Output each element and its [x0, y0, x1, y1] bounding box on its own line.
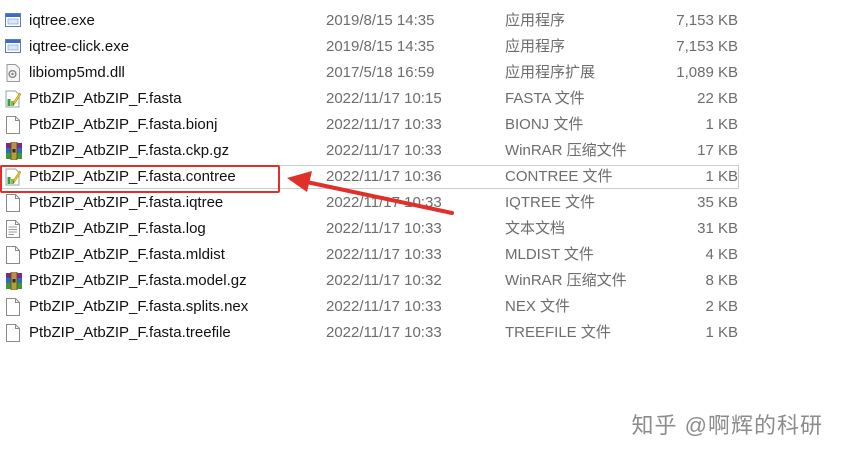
- file-row[interactable]: iqtree.exe 2019/8/15 14:35 应用程序 7,153 KB: [0, 8, 841, 34]
- file-modified-date: 2022/11/17 10:33: [326, 116, 442, 133]
- file-size: 22 KB: [697, 90, 738, 107]
- file-name: PtbZIP_AtbZIP_F.fasta.iqtree: [29, 194, 224, 211]
- file-modified-date: 2022/11/17 10:33: [326, 194, 442, 211]
- file-type: 应用程序扩展: [505, 64, 596, 81]
- file-size: 17 KB: [697, 142, 738, 159]
- file-type: MLDIST 文件: [505, 246, 594, 263]
- file-modified-date: 2017/5/18 16:59: [326, 64, 435, 81]
- file-row[interactable]: PtbZIP_AtbZIP_F.fasta.treefile 2022/11/17…: [0, 320, 841, 346]
- file-name: PtbZIP_AtbZIP_F.fasta.treefile: [29, 324, 231, 341]
- file-modified-date: 2022/11/17 10:33: [326, 220, 442, 237]
- file-size: 7,153 KB: [676, 38, 738, 55]
- file-size: 1,089 KB: [676, 64, 738, 81]
- blank-file-icon: [5, 324, 21, 342]
- file-size: 1 KB: [705, 324, 738, 341]
- blank-file-icon: [5, 194, 21, 212]
- file-explorer-view: iqtree.exe 2019/8/15 14:35 应用程序 7,153 KB iqt…: [0, 0, 841, 460]
- file-size: 4 KB: [705, 246, 738, 263]
- file-row[interactable]: PtbZIP_AtbZIP_F.fasta.bionj 2022/11/17 10…: [0, 112, 841, 138]
- file-row[interactable]: PtbZIP_AtbZIP_F.fasta.ckp.gz 2022/11/17 1…: [0, 138, 841, 164]
- file-modified-date: 2022/11/17 10:36: [326, 168, 442, 185]
- file-name: libiomp5md.dll: [29, 64, 125, 81]
- file-size: 7,153 KB: [676, 12, 738, 29]
- file-modified-date: 2022/11/17 10:33: [326, 246, 442, 263]
- exe-icon: [5, 12, 21, 30]
- blank-file-icon: [5, 298, 21, 316]
- file-type: BIONJ 文件: [505, 116, 584, 133]
- file-type: 应用程序: [505, 12, 566, 29]
- file-type: FASTA 文件: [505, 90, 585, 107]
- file-modified-date: 2022/11/17 10:15: [326, 90, 442, 107]
- file-name: PtbZIP_AtbZIP_F.fasta.ckp.gz: [29, 142, 230, 159]
- file-name: PtbZIP_AtbZIP_F.fasta.log: [29, 220, 206, 237]
- file-size: 31 KB: [697, 220, 738, 237]
- file-size: 1 KB: [705, 168, 738, 185]
- file-modified-date: 2022/11/17 10:33: [326, 298, 442, 315]
- file-row[interactable]: PtbZIP_AtbZIP_F.fasta.mldist 2022/11/17 1…: [0, 242, 841, 268]
- file-name: iqtree-click.exe: [29, 38, 130, 55]
- winrar-archive-icon: [5, 272, 22, 290]
- file-name: PtbZIP_AtbZIP_F.fasta.bionj: [29, 116, 218, 133]
- blank-file-icon: [5, 116, 21, 134]
- file-row[interactable]: PtbZIP_AtbZIP_F.fasta 2022/11/17 10:15 FAS…: [0, 86, 841, 112]
- editor-file-icon: [5, 90, 21, 108]
- file-name: PtbZIP_AtbZIP_F.fasta.contree: [29, 168, 236, 185]
- file-name: PtbZIP_AtbZIP_F.fasta: [29, 90, 182, 107]
- file-modified-date: 2022/11/17 10:33: [326, 324, 442, 341]
- file-modified-date: 2022/11/17 10:32: [326, 272, 442, 289]
- file-row[interactable]: PtbZIP_AtbZIP_F.fasta.log 2022/11/17 10:3…: [0, 216, 841, 242]
- file-name: iqtree.exe: [29, 12, 95, 29]
- file-name: PtbZIP_AtbZIP_F.fasta.splits.nex: [29, 298, 249, 315]
- editor-file-icon: [5, 168, 21, 186]
- file-type: 文本文档: [505, 220, 566, 237]
- blank-file-icon: [5, 246, 21, 264]
- file-modified-date: 2019/8/15 14:35: [326, 12, 435, 29]
- file-size: 8 KB: [705, 272, 738, 289]
- watermark: 知乎 @啊辉的科研: [631, 413, 823, 438]
- file-type: WinRAR 压缩文件: [505, 142, 627, 159]
- file-type: IQTREE 文件: [505, 194, 596, 211]
- file-row[interactable]: PtbZIP_AtbZIP_F.fasta.iqtree 2022/11/17 1…: [0, 190, 841, 216]
- file-size: 2 KB: [705, 298, 738, 315]
- file-type: WinRAR 压缩文件: [505, 272, 627, 289]
- file-name: PtbZIP_AtbZIP_F.fasta.mldist: [29, 246, 225, 263]
- file-row[interactable]: PtbZIP_AtbZIP_F.fasta.model.gz 2022/11/17…: [0, 268, 841, 294]
- dll-icon: [5, 64, 21, 82]
- file-type: NEX 文件: [505, 298, 571, 315]
- file-modified-date: 2019/8/15 14:35: [326, 38, 435, 55]
- file-size: 35 KB: [697, 194, 738, 211]
- exe-icon: [5, 38, 21, 56]
- file-type: CONTREE 文件: [505, 168, 613, 185]
- file-list: iqtree.exe 2019/8/15 14:35 应用程序 7,153 KB iqt…: [0, 8, 841, 346]
- file-row[interactable]: libiomp5md.dll 2017/5/18 16:59 应用程序扩展 1,089…: [0, 60, 841, 86]
- file-row[interactable]: iqtree-click.exe 2019/8/15 14:35 应用程序 7,153…: [0, 34, 841, 60]
- file-modified-date: 2022/11/17 10:33: [326, 142, 442, 159]
- file-type: 应用程序: [505, 38, 566, 55]
- file-size: 1 KB: [705, 116, 738, 133]
- text-file-icon: [5, 220, 21, 238]
- winrar-archive-icon: [5, 142, 22, 160]
- file-row[interactable]: PtbZIP_AtbZIP_F.fasta.contree 2022/11/17 …: [0, 164, 841, 190]
- file-row[interactable]: PtbZIP_AtbZIP_F.fasta.splits.nex 2022/11/…: [0, 294, 841, 320]
- file-name: PtbZIP_AtbZIP_F.fasta.model.gz: [29, 272, 247, 289]
- file-type: TREEFILE 文件: [505, 324, 611, 341]
